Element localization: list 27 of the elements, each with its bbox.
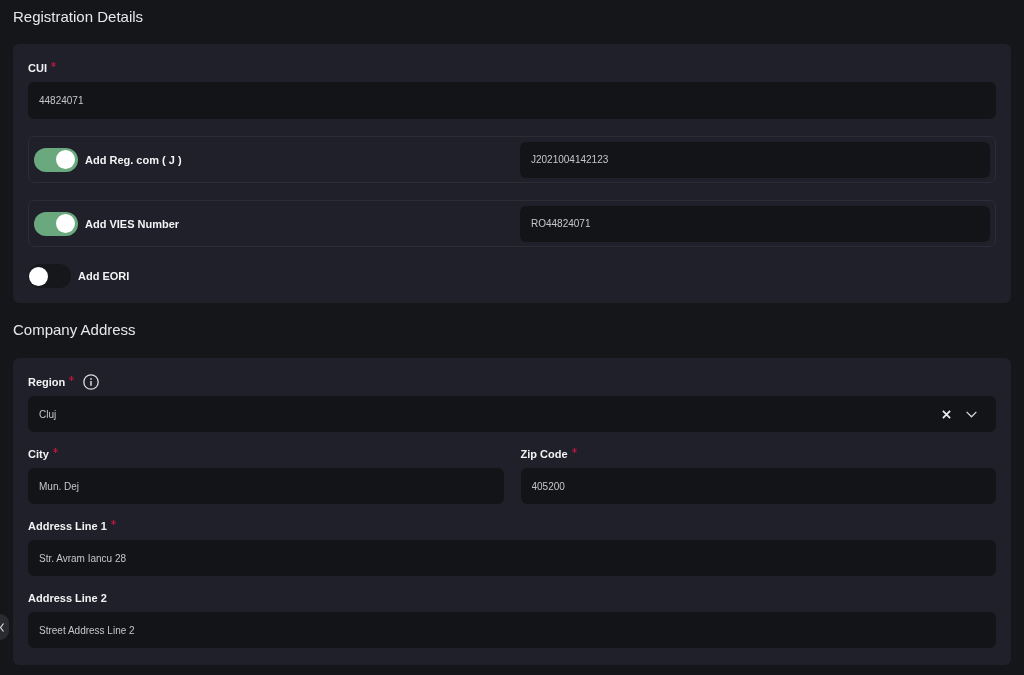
toggle-switch[interactable] [34, 211, 78, 236]
field-label: City [28, 447, 49, 461]
text-field[interactable]: 405200 [520, 468, 996, 504]
field-label: Address Line 1 [28, 519, 107, 533]
text-field[interactable]: J2021004142123 [520, 141, 990, 178]
toggle-switch[interactable] [34, 147, 78, 172]
section-heading: Registration Details [13, 7, 144, 27]
section-heading: Company Address [13, 320, 136, 340]
field-label: Address Line 2 [28, 591, 107, 605]
select-field[interactable]: Cluj [28, 396, 996, 432]
field-label: Region [28, 375, 66, 389]
chevron-left-icon [0, 622, 4, 632]
field-label: CUI [28, 61, 47, 75]
collapse-button[interactable] [0, 614, 9, 640]
field-label: Zip Code [520, 447, 568, 461]
info-icon[interactable] [83, 374, 100, 390]
toggle-switch[interactable] [28, 264, 71, 288]
chevron-down-icon[interactable] [966, 410, 977, 418]
text-field[interactable]: Str. Avram Iancu 28 [28, 540, 996, 576]
text-field[interactable]: Mun. Dej [28, 468, 504, 504]
toggle-label: Add EORI [78, 269, 130, 283]
clear-icon[interactable] [942, 409, 951, 419]
text-field[interactable]: Street Address Line 2 [28, 612, 996, 648]
toggle-label: Add Reg. com ( J ) [85, 152, 182, 167]
text-field[interactable]: 44824071 [28, 82, 996, 119]
toggle-label: Add VIES Number [85, 216, 180, 231]
text-field[interactable]: RO44824071 [520, 205, 990, 242]
